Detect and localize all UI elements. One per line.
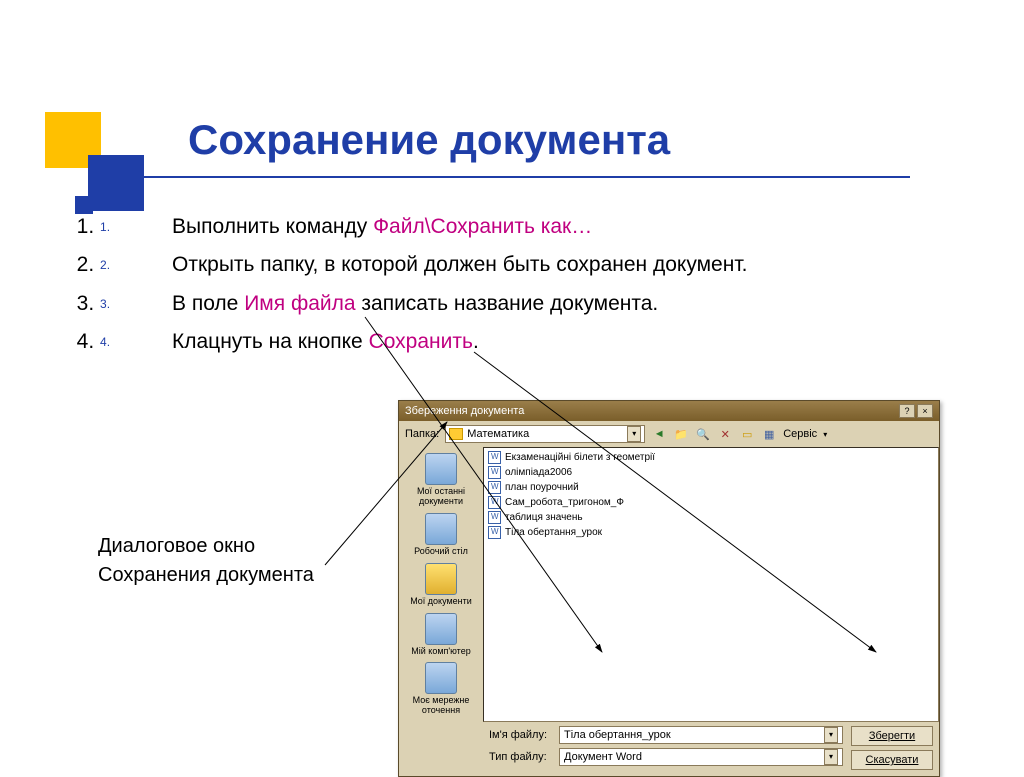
folder-icon (449, 428, 463, 440)
dialog-title-text: Збереження документа (405, 401, 524, 421)
views-icon[interactable]: ▦ (761, 426, 777, 442)
place-mydocs[interactable]: Мої документи (403, 561, 479, 609)
place-desktop[interactable]: Робочий стіл (403, 511, 479, 559)
dialog-caption: Диалоговое окно Сохранения документа (98, 532, 314, 590)
list-item[interactable]: Тіла обертання_урок (486, 525, 936, 540)
step-3: В поле Имя файла записать название докум… (100, 289, 747, 319)
dialog-toolbar: Папка: Математика ▾ ◄ 📁 🔍 ✕ ▭ ▦ Сервіс ▾ (399, 421, 939, 447)
folder-dropdown[interactable]: Математика ▾ (445, 425, 645, 443)
file-list[interactable]: Екзаменаційні білети з геометрії олімпіа… (483, 447, 939, 722)
close-button[interactable]: × (917, 404, 933, 418)
cancel-button[interactable]: Скасувати (851, 750, 933, 770)
filetype-dropdown[interactable]: Документ Word▾ (559, 748, 843, 766)
back-icon[interactable]: ◄ (651, 426, 667, 442)
chevron-down-icon: ▾ (627, 426, 641, 442)
computer-icon (425, 613, 457, 645)
decor-square-blue (88, 155, 144, 211)
list-item[interactable]: Сам_робота_тригоном_Ф (486, 495, 936, 510)
place-recent[interactable]: Мої останні документи (403, 451, 479, 509)
filename-label: Ім'я файлу: (489, 729, 553, 741)
list-item[interactable]: Екзаменаційні білети з геометрії (486, 450, 936, 465)
word-doc-icon (488, 466, 501, 479)
step-1: Выполнить команду Файл\Сохранить как… (100, 212, 747, 242)
up-icon[interactable]: 📁 (673, 426, 689, 442)
chevron-down-icon[interactable]: ▾ (824, 727, 838, 743)
slide: Сохранение документа Выполнить команду Ф… (0, 0, 1024, 768)
step-4: Клацнуть на кнопке Сохранить. (100, 327, 747, 357)
place-computer[interactable]: Мій комп'ютер (403, 611, 479, 659)
step-2: Открыть папку, в которой должен быть сох… (100, 250, 747, 280)
search-icon[interactable]: 🔍 (695, 426, 711, 442)
delete-icon[interactable]: ✕ (717, 426, 733, 442)
save-button[interactable]: Зберегти (851, 726, 933, 746)
help-button[interactable]: ? (899, 404, 915, 418)
title-underline (90, 176, 910, 178)
word-doc-icon (488, 511, 501, 524)
filename-input[interactable]: Тіла обертання_урок▾ (559, 726, 843, 744)
places-bar: Мої останні документи Робочий стіл Мої д… (399, 447, 483, 722)
step-list: Выполнить команду Файл\Сохранить как… От… (100, 212, 747, 366)
filetype-label: Тип файлу: (489, 751, 553, 763)
save-dialog: Збереження документа ? × Папка: Математи… (398, 400, 940, 777)
list-item[interactable]: олімпіада2006 (486, 465, 936, 480)
mydocs-icon (425, 563, 457, 595)
newfolder-icon[interactable]: ▭ (739, 426, 755, 442)
chevron-down-icon[interactable]: ▾ (824, 749, 838, 765)
network-icon (425, 662, 457, 694)
word-doc-icon (488, 496, 501, 509)
word-doc-icon (488, 526, 501, 539)
word-doc-icon (488, 481, 501, 494)
service-menu[interactable]: Сервіс (783, 428, 817, 440)
desktop-icon (425, 513, 457, 545)
word-doc-icon (488, 451, 501, 464)
dialog-titlebar[interactable]: Збереження документа ? × (399, 401, 939, 421)
list-item[interactable]: план поурочний (486, 480, 936, 495)
recent-icon (425, 453, 457, 485)
folder-label: Папка: (405, 428, 439, 440)
list-item[interactable]: таблиця значень (486, 510, 936, 525)
place-network[interactable]: Моє мережне оточення (403, 660, 479, 718)
slide-title: Сохранение документа (188, 116, 670, 164)
